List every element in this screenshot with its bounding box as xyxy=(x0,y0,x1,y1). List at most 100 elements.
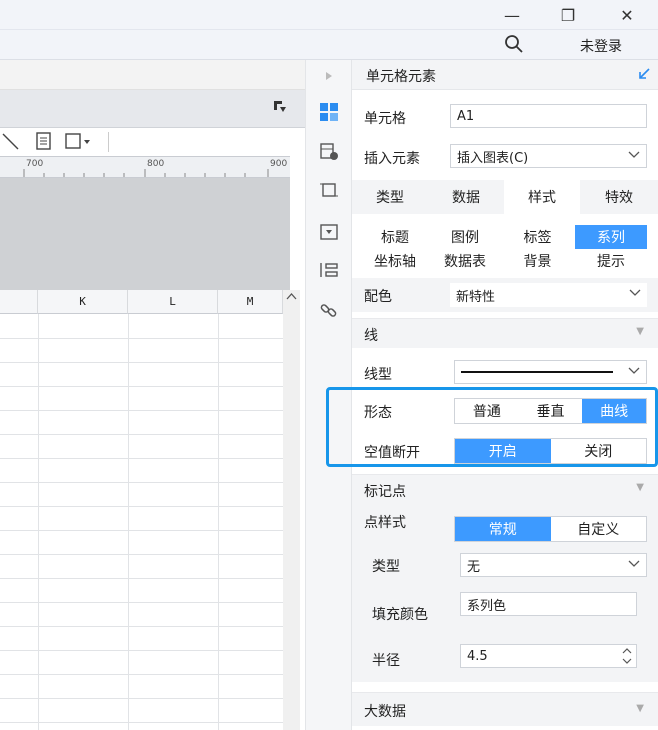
grid-row-line xyxy=(0,626,283,627)
marker-type-select[interactable]: 无 xyxy=(460,553,647,577)
shape-curve[interactable]: 曲线 xyxy=(582,399,647,423)
stepper-arrows-icon[interactable] xyxy=(622,647,632,669)
layout-icon[interactable] xyxy=(315,256,343,284)
cell-label: 单元格 xyxy=(364,111,406,127)
border-icon[interactable] xyxy=(65,132,95,154)
column-header[interactable] xyxy=(0,290,38,314)
chevron-down-icon xyxy=(629,286,641,300)
bigdata-section-header[interactable]: 大数据 ▼ xyxy=(352,692,658,726)
chevron-down-icon: ▼ xyxy=(636,326,644,337)
link-icon[interactable] xyxy=(315,296,343,324)
title-bar: — ❐ ✕ xyxy=(0,0,658,30)
widget-icon[interactable] xyxy=(315,176,343,204)
null-break-on[interactable]: 开启 xyxy=(455,439,551,463)
panel-title: 单元格元素 xyxy=(366,69,436,85)
grid-line xyxy=(218,314,219,730)
insert-element-select[interactable]: 插入图表(C) xyxy=(450,144,647,168)
template-header xyxy=(0,90,305,128)
scroll-up-icon[interactable] xyxy=(286,292,297,303)
search-icon[interactable] xyxy=(504,34,524,58)
grid-line xyxy=(128,314,129,730)
grid-row-line xyxy=(0,458,283,459)
tab-strip xyxy=(0,60,305,90)
point-style-custom[interactable]: 自定义 xyxy=(550,517,646,541)
chart-canvas-area[interactable] xyxy=(0,178,290,290)
expand-arrow-icon[interactable] xyxy=(315,62,343,90)
subtab-tooltip[interactable]: 提示 xyxy=(575,249,647,273)
subtab-datasheet[interactable]: 数据表 xyxy=(430,249,500,273)
pin-icon[interactable] xyxy=(273,100,287,118)
design-toolbar xyxy=(0,128,305,156)
vertical-scrollbar[interactable] xyxy=(283,290,300,730)
pointer-icon[interactable] xyxy=(2,132,20,154)
property-panel: 单元格元素 单元格 A1 插入元素 插入图表(C) 类型 数据 样式 特效 标题… xyxy=(352,60,658,730)
subtab-background[interactable]: 背景 xyxy=(500,249,575,273)
grid-row-line xyxy=(0,674,283,675)
grid-row-line xyxy=(0,410,283,411)
subtab-series[interactable]: 系列 xyxy=(575,225,647,249)
line-section-title: 线 xyxy=(364,328,378,344)
line-type-select[interactable] xyxy=(454,360,647,384)
insert-element-label: 插入元素 xyxy=(364,151,420,167)
grid-row-line xyxy=(0,722,283,723)
document-icon[interactable] xyxy=(36,132,52,154)
subtab-title[interactable]: 标题 xyxy=(360,225,430,249)
subtab-axis[interactable]: 坐标轴 xyxy=(360,249,430,273)
cell-value: A1 xyxy=(457,108,475,124)
column-header-k[interactable]: K xyxy=(38,290,128,314)
shape-vertical[interactable]: 垂直 xyxy=(518,399,583,423)
spreadsheet-grid[interactable]: K L M xyxy=(0,290,300,730)
radius-stepper[interactable]: 4.5 xyxy=(460,644,637,668)
marker-type-label: 类型 xyxy=(372,559,400,575)
line-section-header[interactable]: 线 ▼ xyxy=(352,318,658,348)
tab-data[interactable]: 数据 xyxy=(428,180,504,214)
solid-line-preview xyxy=(461,371,613,373)
cell-attribute-icon[interactable] xyxy=(315,138,343,166)
fill-color-value: 系列色 xyxy=(467,598,507,614)
designer-area: 700 800 900 K L M xyxy=(0,60,305,730)
point-style-row: 点样式 常规 自定义 xyxy=(352,504,658,542)
color-row: 配色 新特性 xyxy=(352,278,658,312)
subtab-label[interactable]: 标签 xyxy=(500,225,575,249)
radius-value: 4.5 xyxy=(467,648,488,664)
grid-row-line xyxy=(0,362,283,363)
dropdown-widget-icon[interactable] xyxy=(315,218,343,246)
tab-type[interactable]: 类型 xyxy=(352,180,428,214)
bigdata-section-title: 大数据 xyxy=(364,704,406,720)
fill-color-input[interactable]: 系列色 xyxy=(460,592,637,616)
login-status[interactable]: 未登录 xyxy=(580,36,622,56)
tab-style[interactable]: 样式 xyxy=(504,180,580,214)
column-header-m[interactable]: M xyxy=(218,290,283,314)
point-style-normal[interactable]: 常规 xyxy=(455,517,551,541)
null-break-toggle: 开启 关闭 xyxy=(454,438,647,464)
cell-element-icon[interactable] xyxy=(315,98,343,126)
grid-row-line xyxy=(0,602,283,603)
color-select[interactable]: 新特性 xyxy=(450,283,647,307)
collapse-arrow-icon[interactable] xyxy=(638,68,650,84)
grid-row-line xyxy=(0,434,283,435)
ruler-tick-label: 900 xyxy=(270,159,288,169)
marker-section-header[interactable]: 标记点 ▼ xyxy=(352,474,658,504)
shape-normal[interactable]: 普通 xyxy=(455,399,519,423)
side-icon-bar xyxy=(305,60,352,730)
column-header-l[interactable]: L xyxy=(128,290,218,314)
point-style-label: 点样式 xyxy=(364,515,406,531)
subtab-legend[interactable]: 图例 xyxy=(430,225,500,249)
minimize-button[interactable]: — xyxy=(487,0,537,30)
grid-row-line xyxy=(0,650,283,651)
color-label: 配色 xyxy=(364,289,392,305)
close-button[interactable]: ✕ xyxy=(602,0,652,30)
cell-input[interactable]: A1 xyxy=(450,104,647,128)
chevron-down-icon: ▼ xyxy=(636,482,644,493)
null-break-off[interactable]: 关闭 xyxy=(550,439,646,463)
point-style-toggle: 常规 自定义 xyxy=(454,516,647,542)
grid-line xyxy=(38,314,39,730)
marker-section-title: 标记点 xyxy=(364,484,406,500)
grid-row-line xyxy=(0,698,283,699)
grid-row-line xyxy=(0,386,283,387)
tab-effects[interactable]: 特效 xyxy=(580,180,658,214)
chevron-down-icon: ▼ xyxy=(636,703,644,714)
restore-button[interactable]: ❐ xyxy=(543,0,593,30)
ruler-ticks xyxy=(23,169,269,177)
chevron-down-icon xyxy=(628,364,640,378)
